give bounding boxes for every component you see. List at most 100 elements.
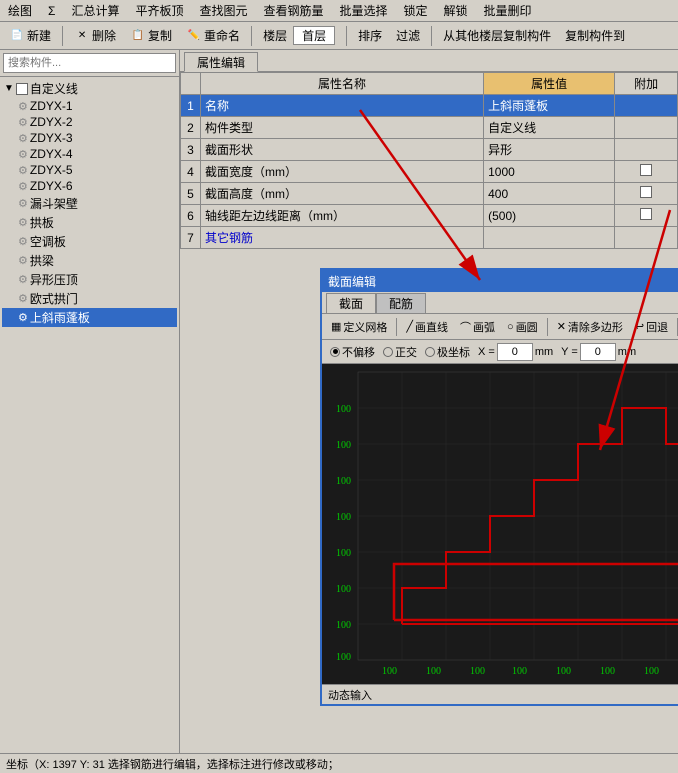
dialog-toolbar: ▦ 定义网格 ╱ 画直线 ⌒ 画弧 ○ 画圆 ✕ bbox=[322, 314, 678, 340]
prop-extra-6[interactable] bbox=[615, 205, 678, 227]
col-extra-header: 附加 bbox=[615, 73, 678, 95]
x-label-1: 100 bbox=[382, 666, 397, 677]
copy-button[interactable]: 📋 复制 bbox=[125, 24, 177, 47]
undo-button[interactable]: ↩ 回退 bbox=[630, 317, 673, 337]
sep-d2 bbox=[547, 318, 548, 336]
prop-value-1[interactable]: 上斜雨蓬板 bbox=[484, 95, 615, 117]
tab-strip: 属性编辑 bbox=[180, 50, 678, 72]
sidebar-item-zdyx5[interactable]: ⚙ ZDYX-5 bbox=[2, 162, 177, 178]
search-box bbox=[0, 50, 179, 77]
y-field: Y = mm bbox=[561, 343, 636, 361]
sidebar-item-arch[interactable]: ⚙ 拱板 bbox=[2, 213, 177, 232]
sidebar-item-rain-canopy[interactable]: ⚙ 上斜雨蓬板 bbox=[2, 308, 177, 327]
prop-value-4[interactable]: 1000 bbox=[484, 161, 615, 183]
drawing-canvas[interactable]: 200 200 200 100 100 100 100 100 100 100 … bbox=[322, 364, 678, 684]
checkbox-6[interactable] bbox=[640, 208, 652, 220]
copy-struct-button[interactable]: 复制构件到 bbox=[560, 24, 630, 47]
prop-value-5[interactable]: 400 bbox=[484, 183, 615, 205]
row-num-4: 4 bbox=[181, 161, 201, 183]
section-edit-dialog: 截面编辑 截面 配筋 ▦ 定义网格 ╱ 画直线 bbox=[320, 268, 678, 706]
table-row: 1 名称 上斜雨蓬板 bbox=[181, 95, 678, 117]
clear-poly-button[interactable]: ✕ 清除多边形 bbox=[552, 317, 628, 337]
sidebar-item-zdyx6[interactable]: ⚙ ZDYX-6 bbox=[2, 178, 177, 194]
left-label-5: 100 bbox=[336, 548, 351, 559]
tab-attr-edit[interactable]: 属性编辑 bbox=[184, 52, 258, 72]
layer-select[interactable]: 楼层 首层 bbox=[258, 23, 340, 48]
checkbox-4[interactable] bbox=[640, 164, 652, 176]
menu-unlock[interactable]: 解锁 bbox=[440, 1, 472, 20]
prop-value-2[interactable]: 自定义线 bbox=[484, 117, 615, 139]
prop-name-4: 截面宽度（mm） bbox=[201, 161, 484, 183]
prop-value-7[interactable] bbox=[484, 227, 615, 249]
dialog-tab-rebar[interactable]: 配筋 bbox=[376, 293, 426, 313]
draw-line-button[interactable]: ╱ 画直线 bbox=[401, 317, 453, 337]
sidebar-item-zdyx4[interactable]: ⚙ ZDYX-4 bbox=[2, 146, 177, 162]
menu-calc[interactable]: 汇总计算 bbox=[67, 1, 123, 20]
sidebar-item-funnel[interactable]: ⚙ 漏斗架壁 bbox=[2, 194, 177, 213]
menu-align[interactable]: 平齐板顶 bbox=[131, 1, 187, 20]
prop-name-2: 构件类型 bbox=[201, 117, 484, 139]
sidebar-item-zdyx3[interactable]: ⚙ ZDYX-3 bbox=[2, 130, 177, 146]
prop-value-6[interactable]: (500) bbox=[484, 205, 615, 227]
sidebar-item-zdyx2[interactable]: ⚙ ZDYX-2 bbox=[2, 114, 177, 130]
checkbox-root[interactable] bbox=[16, 83, 28, 95]
sidebar-item-irregular[interactable]: ⚙ 异形压顶 bbox=[2, 270, 177, 289]
row-num-1: 1 bbox=[181, 95, 201, 117]
sidebar-item-ac[interactable]: ⚙ 空调板 bbox=[2, 232, 177, 251]
orthogonal-radio[interactable]: 正交 bbox=[383, 344, 417, 360]
property-table: 属性名称 属性值 附加 1 名称 上斜雨蓬板 2 构件类型 bbox=[180, 72, 678, 249]
draw-arc-button[interactable]: ⌒ 画弧 bbox=[455, 317, 500, 337]
checkbox-5[interactable] bbox=[640, 186, 652, 198]
menu-lock[interactable]: 锁定 bbox=[400, 1, 432, 20]
copy-from-button[interactable]: 从其他楼层复制构件 bbox=[438, 24, 556, 47]
table-row: 5 截面高度（mm） 400 bbox=[181, 183, 678, 205]
filter-button[interactable]: 过滤 bbox=[391, 24, 425, 47]
property-section: 属性名称 属性值 附加 1 名称 上斜雨蓬板 2 构件类型 bbox=[180, 72, 678, 252]
coord-bar: 不偏移 正交 极坐标 X = mm Y = mm bbox=[322, 340, 678, 364]
y-input[interactable] bbox=[580, 343, 616, 361]
gear-icon-10: ⚙ bbox=[18, 254, 28, 267]
sep3 bbox=[346, 26, 347, 46]
prop-name-7: 其它钢筋 bbox=[201, 227, 484, 249]
sep2 bbox=[251, 26, 252, 46]
row-num-5: 5 bbox=[181, 183, 201, 205]
table-row: 7 其它钢筋 bbox=[181, 227, 678, 249]
dialog-footer: 动态输入 bbox=[322, 684, 678, 704]
menu-draw[interactable]: 绘图 bbox=[4, 1, 36, 20]
tree-root[interactable]: ▼ 自定义线 bbox=[2, 79, 177, 98]
dialog-tab-section[interactable]: 截面 bbox=[326, 293, 376, 313]
gear-icon-9: ⚙ bbox=[18, 235, 28, 248]
menu-find[interactable]: 查找图元 bbox=[195, 1, 251, 20]
row-num-3: 3 bbox=[181, 139, 201, 161]
draw-rect-button[interactable]: ○ 画圆 bbox=[502, 317, 543, 337]
menu-rebar-view[interactable]: 查看钢筋量 bbox=[259, 1, 327, 20]
sort-button[interactable]: 排序 bbox=[353, 24, 387, 47]
sidebar-item-arch-door[interactable]: ⚙ 欧式拱门 bbox=[2, 289, 177, 308]
rename-button[interactable]: ✏️ 重命名 bbox=[181, 24, 245, 47]
gear-icon-5: ⚙ bbox=[18, 164, 28, 177]
gear-icon-12: ⚙ bbox=[18, 292, 28, 305]
dialog-titlebar: 截面编辑 bbox=[322, 270, 678, 292]
x-input[interactable] bbox=[497, 343, 533, 361]
menu-batch-print[interactable]: 批量删印 bbox=[480, 1, 536, 20]
new-button[interactable]: 📄 新建 bbox=[4, 24, 56, 47]
prop-extra-5[interactable] bbox=[615, 183, 678, 205]
x-label-2: 100 bbox=[426, 666, 441, 677]
sidebar-item-arcbeam[interactable]: ⚙ 拱梁 bbox=[2, 251, 177, 270]
define-grid-button[interactable]: ▦ 定义网格 bbox=[326, 317, 392, 337]
dialog-tab-strip: 截面 配筋 bbox=[322, 292, 678, 314]
left-label-1: 100 bbox=[336, 404, 351, 415]
delete-icon: ✕ bbox=[74, 28, 90, 44]
delete-button[interactable]: ✕ 删除 bbox=[69, 24, 121, 47]
prop-name-6: 轴线距左边线距离（mm） bbox=[201, 205, 484, 227]
search-input[interactable] bbox=[3, 53, 176, 73]
gear-icon-4: ⚙ bbox=[18, 148, 28, 161]
copy-icon: 📋 bbox=[130, 28, 146, 44]
no-offset-radio[interactable]: 不偏移 bbox=[330, 344, 375, 360]
prop-value-3[interactable]: 异形 bbox=[484, 139, 615, 161]
menu-sigma[interactable]: Σ bbox=[44, 3, 59, 19]
sidebar-item-zdyx1[interactable]: ⚙ ZDYX-1 bbox=[2, 98, 177, 114]
prop-extra-4[interactable] bbox=[615, 161, 678, 183]
menu-batch-select[interactable]: 批量选择 bbox=[336, 1, 392, 20]
polar-radio[interactable]: 极坐标 bbox=[425, 344, 470, 360]
